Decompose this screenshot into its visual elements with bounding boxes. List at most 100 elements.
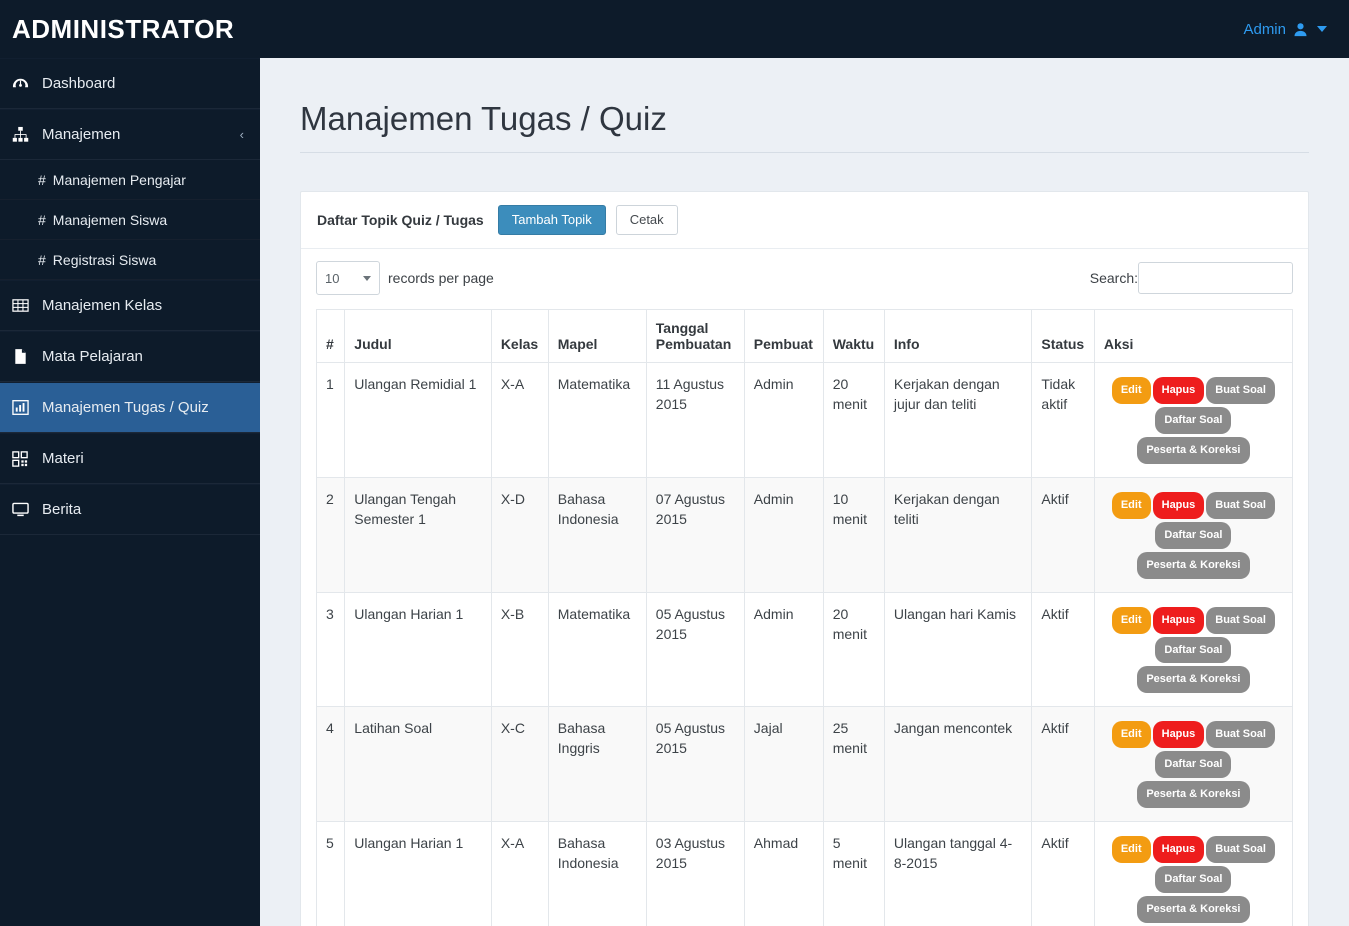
title-divider	[300, 152, 1309, 153]
cell-mapel: Bahasa Indonesia	[547, 820, 647, 926]
buat-soal-badge[interactable]: Buat Soal	[1206, 835, 1275, 863]
user-menu[interactable]: Admin	[1243, 21, 1349, 38]
sidebar-subitem-label: Manajemen Siswa	[52, 211, 168, 228]
sidebar-item-manajemen[interactable]: Manajemen ‹	[0, 109, 260, 160]
daftar-soal-badge[interactable]: Daftar Soal	[1155, 865, 1232, 893]
hapus-badge[interactable]: Hapus	[1152, 721, 1205, 749]
sidebar-item-manajemen-kelas[interactable]: Manajemen Kelas	[0, 280, 260, 331]
cell-aksi: Edit Hapus Buat SoalDaftar SoalPeserta & K…	[1093, 591, 1294, 708]
main-content: Manajemen Tugas / Quiz Daftar Topik Quiz…	[260, 58, 1349, 926]
sidebar-item-manajemen-pengajar[interactable]: # Manajemen Pengajar	[0, 160, 260, 200]
sidebar-item-registrasi-siswa[interactable]: # Registrasi Siswa	[0, 240, 260, 280]
sidebar-item-manajemen-tugas-quiz[interactable]: Manajemen Tugas / Quiz	[0, 382, 260, 433]
card-body: 102550100 records per page Search: #	[301, 249, 1308, 926]
column-header-info[interactable]: Info	[883, 309, 1033, 364]
column-header-status[interactable]: Status	[1031, 309, 1095, 364]
hapus-badge[interactable]: Hapus	[1152, 377, 1205, 405]
sidebar-item-berita[interactable]: Berita	[0, 484, 260, 535]
cell-kelas: X-A	[490, 820, 549, 926]
buat-soal-badge[interactable]: Buat Soal	[1206, 491, 1275, 519]
column-header-aksi[interactable]: Aksi	[1093, 309, 1294, 364]
sidebar-item-materi[interactable]: Materi	[0, 433, 260, 484]
daftar-soal-badge[interactable]: Daftar Soal	[1155, 751, 1232, 779]
buat-soal-badge[interactable]: Buat Soal	[1206, 721, 1275, 749]
search-group: Search:	[1089, 262, 1293, 295]
peserta-koreksi-badge[interactable]: Peserta & Koreksi	[1137, 781, 1250, 808]
edit-badge[interactable]: Edit	[1111, 491, 1151, 519]
page-length-group: 102550100 records per page	[316, 261, 494, 296]
cell-mapel: Matematika	[547, 362, 647, 478]
card-header: Daftar Topik Quiz / Tugas Tambah Topik C…	[301, 192, 1308, 250]
cell-pembuat: Jajal	[743, 706, 824, 822]
buat-soal-badge[interactable]: Buat Soal	[1206, 606, 1275, 634]
cell-tanggal: 11 Agustus 2015	[645, 362, 745, 478]
cell-tanggal: 03 Agustus 2015	[645, 820, 745, 926]
cell-pembuat: Admin	[743, 362, 824, 478]
cell-kelas: X-B	[490, 591, 549, 708]
search-label: Search:	[1089, 270, 1138, 287]
cell-pembuat: Admin	[743, 591, 824, 708]
sidebar-item-label: Materi	[42, 450, 84, 467]
cell-judul: Ulangan Tengah Semester 1	[344, 476, 492, 593]
hapus-badge[interactable]: Hapus	[1152, 835, 1205, 863]
peserta-koreksi-badge[interactable]: Peserta & Koreksi	[1137, 551, 1250, 579]
cell-info: Ulangan hari Kamis	[883, 591, 1033, 708]
peserta-koreksi-badge[interactable]: Peserta & Koreksi	[1137, 895, 1250, 923]
topics-table: # Judul Kelas Mapel Tanggal Pembuatan Pe…	[315, 309, 1294, 926]
cell-aksi: Edit Hapus Buat SoalDaftar SoalPeserta & K…	[1093, 706, 1294, 822]
sidebar-item-dashboard[interactable]: Dashboard	[0, 58, 260, 109]
daftar-soal-badge[interactable]: Daftar Soal	[1155, 407, 1232, 435]
cell-status: Aktif	[1031, 706, 1095, 822]
column-header-num[interactable]: #	[315, 309, 346, 364]
cell-mapel: Matematika	[547, 591, 647, 708]
column-header-pembuat[interactable]: Pembuat	[743, 309, 824, 364]
page-title: Manajemen Tugas / Quiz	[300, 100, 667, 137]
cell-aksi: Edit Hapus Buat SoalDaftar SoalPeserta & K…	[1093, 362, 1294, 478]
sidebar-item-manajemen-siswa[interactable]: # Manajemen Siswa	[0, 200, 260, 240]
table-body: 1 Ulangan Remidial 1 X-A Matematika 11 Agust…	[315, 362, 1294, 926]
edit-badge[interactable]: Edit	[1111, 721, 1151, 749]
sitemap-icon	[12, 126, 42, 143]
cell-tanggal: 07 Agustus 2015	[645, 476, 745, 593]
column-header-judul[interactable]: Judul	[344, 309, 492, 364]
edit-badge[interactable]: Edit	[1111, 606, 1151, 634]
buat-soal-badge[interactable]: Buat Soal	[1206, 377, 1275, 405]
cell-judul: Ulangan Harian 1	[344, 820, 492, 926]
cell-num: 2	[315, 476, 346, 593]
table-row: 4 Latihan Soal X-C Bahasa Inggris 05 Agustus…	[315, 706, 1294, 822]
edit-badge[interactable]: Edit	[1111, 377, 1151, 405]
file-icon	[12, 348, 42, 365]
hapus-badge[interactable]: Hapus	[1152, 491, 1205, 519]
hash-icon: #	[38, 171, 46, 188]
edit-badge[interactable]: Edit	[1111, 835, 1151, 863]
page-length-select[interactable]: 102550100	[316, 261, 380, 296]
action-badges: Edit Hapus Buat SoalDaftar SoalPeserta & K…	[1104, 719, 1283, 809]
add-topic-button[interactable]: Tambah Topik	[497, 205, 606, 236]
peserta-koreksi-badge[interactable]: Peserta & Koreksi	[1137, 437, 1250, 464]
page-length-select-wrap: 102550100	[316, 261, 380, 296]
brand-logo[interactable]: ADMINISTRATOR	[0, 14, 260, 45]
topic-list-card: Daftar Topik Quiz / Tugas Tambah Topik C…	[300, 191, 1309, 926]
table-icon	[12, 297, 42, 314]
cell-pembuat: Ahmad	[743, 820, 824, 926]
daftar-soal-badge[interactable]: Daftar Soal	[1155, 636, 1232, 664]
desktop-icon	[12, 501, 42, 518]
print-button[interactable]: Cetak	[615, 205, 678, 236]
hapus-badge[interactable]: Hapus	[1152, 606, 1205, 634]
cell-info: Ulangan tanggal 4-8-2015	[883, 820, 1033, 926]
column-header-kelas[interactable]: Kelas	[490, 309, 549, 364]
sidebar-subitem-label: Manajemen Pengajar	[52, 171, 186, 188]
cell-waktu: 20 menit	[822, 362, 885, 478]
column-header-tanggal[interactable]: Tanggal Pembuatan	[645, 309, 745, 364]
peserta-koreksi-badge[interactable]: Peserta & Koreksi	[1137, 666, 1250, 694]
top-navbar: ADMINISTRATOR Admin	[0, 0, 1349, 58]
sidebar-item-mata-pelajaran[interactable]: Mata Pelajaran	[0, 331, 260, 382]
search-input[interactable]	[1138, 262, 1293, 295]
cell-num: 5	[315, 820, 346, 926]
cell-pembuat: Admin	[743, 476, 824, 593]
daftar-soal-badge[interactable]: Daftar Soal	[1155, 521, 1232, 549]
column-header-waktu[interactable]: Waktu	[822, 309, 885, 364]
cell-judul: Ulangan Harian 1	[344, 591, 492, 708]
cell-waktu: 5 menit	[822, 820, 885, 926]
column-header-mapel[interactable]: Mapel	[547, 309, 647, 364]
